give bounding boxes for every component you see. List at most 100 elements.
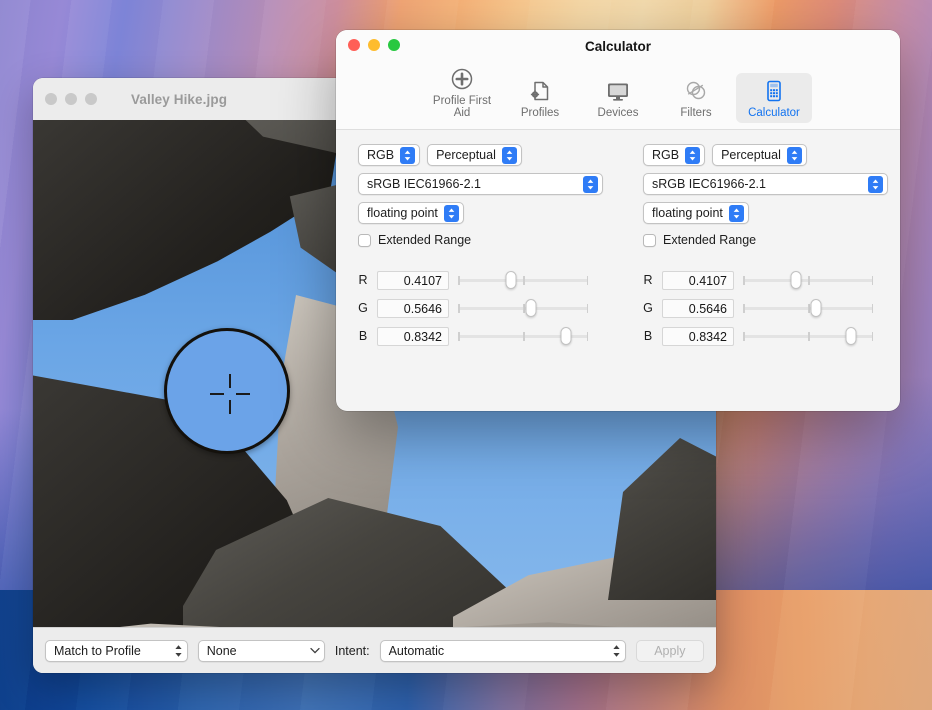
right-color-space-dropdown[interactable]: RGB [643, 144, 706, 166]
slider-endcap-left [458, 304, 460, 313]
calculator-body: RGB Perceptual sRGB IEC61966-2.1 floatin… [336, 130, 900, 411]
chevron-updown-icon [443, 204, 459, 222]
slider-endcap-right [586, 276, 588, 285]
chevron-updown-icon [501, 146, 517, 164]
right-channel-sliders: R 0.4107 G 0.5646 B 0.8342 [643, 269, 888, 347]
color-picker-loupe[interactable] [164, 328, 290, 454]
slider-thumb[interactable] [790, 271, 802, 289]
right-profile-dropdown[interactable]: sRGB IEC61966-2.1 [643, 173, 888, 195]
venn-circles-icon [684, 78, 708, 104]
left-channel-row-b: B 0.8342 [358, 325, 603, 347]
right-channel-field-b[interactable]: 0.8342 [662, 326, 734, 346]
slider-endcap-left [743, 332, 745, 341]
left-color-space-dropdown[interactable]: RGB [358, 144, 421, 166]
slider-thumb[interactable] [525, 299, 537, 317]
right-channel-field-g[interactable]: 0.5646 [662, 298, 734, 318]
image-window-title: Valley Hike.jpg [131, 91, 228, 107]
intent-dropdown[interactable]: Automatic [379, 639, 626, 662]
right-intent-dropdown[interactable]: Perceptual [712, 144, 807, 166]
intent-label: Intent: [334, 643, 370, 658]
image-window-traffic-lights[interactable] [45, 93, 97, 105]
slider-midpoint-tick [523, 304, 525, 313]
toolbar-item-profile-first-aid[interactable]: Profile First Aid [424, 61, 500, 123]
right-channel-slider-b[interactable] [743, 327, 873, 345]
left-extended-range-checkbox[interactable] [358, 233, 371, 247]
left-channel-slider-g[interactable] [458, 299, 588, 317]
right-channel-label-b: B [643, 329, 653, 343]
right-channel-slider-r[interactable] [743, 271, 873, 289]
left-channel-field-r[interactable]: 0.4107 [377, 270, 449, 290]
slider-endcap-right [871, 332, 873, 341]
close-button[interactable] [45, 93, 57, 105]
right-data-type-dropdown[interactable]: floating point [643, 202, 749, 224]
right-extended-range-checkbox[interactable] [643, 233, 656, 247]
toolbar-label: Calculator [748, 107, 800, 119]
left-channel-label-g: G [358, 301, 368, 315]
right-channel-slider-g[interactable] [743, 299, 873, 317]
left-data-type-dropdown[interactable]: floating point [358, 202, 464, 224]
left-extended-range-label: Extended Range [378, 233, 472, 247]
chevron-updown-icon [400, 146, 416, 164]
chevron-updown-icon [868, 175, 883, 193]
left-profile-dropdown[interactable]: sRGB IEC61966-2.1 [358, 173, 603, 195]
toolbar-label: Devices [597, 107, 639, 119]
right-channel-row-r: R 0.4107 [643, 269, 888, 291]
left-channel-field-b[interactable]: 0.8342 [377, 326, 449, 346]
slider-midpoint-tick [523, 276, 525, 285]
left-channel-label-b: B [358, 329, 368, 343]
left-profile-row: sRGB IEC61966-2.1 [358, 173, 603, 195]
apply-button[interactable]: Apply [635, 639, 704, 662]
toolbar-item-filters[interactable]: Filters [658, 73, 734, 123]
slider-endcap-right [871, 304, 873, 313]
calculator-icon [762, 78, 786, 104]
left-data-type-value: floating point [367, 206, 438, 220]
slider-endcap-left [458, 332, 460, 341]
left-channel-row-g: G 0.5646 [358, 297, 603, 319]
right-channel-label-r: R [643, 273, 653, 287]
chevron-updown-icon [583, 175, 598, 193]
chevron-updown-icon [786, 146, 802, 164]
match-mode-dropdown[interactable]: Match to Profile [45, 639, 188, 662]
left-channel-slider-r[interactable] [458, 271, 588, 289]
chevron-updown-icon [728, 204, 744, 222]
calculator-toolbar[interactable]: Profile First Aid Profiles Devices Filte… [336, 51, 900, 130]
profile-dropdown[interactable]: None [197, 639, 325, 662]
zoom-button[interactable] [85, 93, 97, 105]
right-channel-field-r[interactable]: 0.4107 [662, 270, 734, 290]
left-intent-dropdown[interactable]: Perceptual [427, 144, 522, 166]
profile-value: None [206, 643, 237, 658]
right-extended-range-row[interactable]: Extended Range [643, 233, 888, 247]
left-channel-field-g[interactable]: 0.5646 [377, 298, 449, 318]
slider-thumb[interactable] [505, 271, 517, 289]
left-channel-row-r: R 0.4107 [358, 269, 603, 291]
left-channel-slider-b[interactable] [458, 327, 588, 345]
right-extended-range-label: Extended Range [663, 233, 757, 247]
toolbar-item-calculator[interactable]: Calculator [736, 73, 812, 123]
left-profile-value: sRGB IEC61966-2.1 [367, 177, 481, 191]
crosshair-center-gap [224, 388, 236, 400]
slider-thumb[interactable] [845, 327, 857, 345]
toolbar-item-devices[interactable]: Devices [580, 73, 656, 123]
right-color-space-value: RGB [652, 148, 680, 162]
left-channel-sliders: R 0.4107 G 0.5646 B 0.8342 [358, 269, 603, 347]
slider-midpoint-tick [808, 304, 810, 313]
toolbar-item-profiles[interactable]: Profiles [502, 73, 578, 123]
slider-endcap-right [586, 304, 588, 313]
left-extended-range-row[interactable]: Extended Range [358, 233, 603, 247]
match-mode-value: Match to Profile [54, 643, 141, 658]
right-profile-row: sRGB IEC61966-2.1 [643, 173, 888, 195]
image-window-bottom-bar[interactable]: Match to Profile None Intent: Automatic … [33, 627, 716, 673]
slider-midpoint-tick [808, 276, 810, 285]
slider-midpoint-tick [523, 332, 525, 341]
slider-endcap-right [586, 332, 588, 341]
chevron-down-icon [310, 647, 320, 654]
right-datatype-row: floating point [643, 202, 888, 224]
slider-thumb[interactable] [810, 299, 822, 317]
minimize-button[interactable] [65, 93, 77, 105]
slider-thumb[interactable] [560, 327, 572, 345]
colorsync-calculator-window[interactable]: Calculator Profile First Aid Profiles De… [336, 30, 900, 411]
right-channel-label-g: G [643, 301, 653, 315]
intent-value: Automatic [388, 643, 445, 658]
left-space-row: RGB Perceptual [358, 144, 603, 166]
calculator-titlebar[interactable]: Calculator [336, 30, 900, 54]
